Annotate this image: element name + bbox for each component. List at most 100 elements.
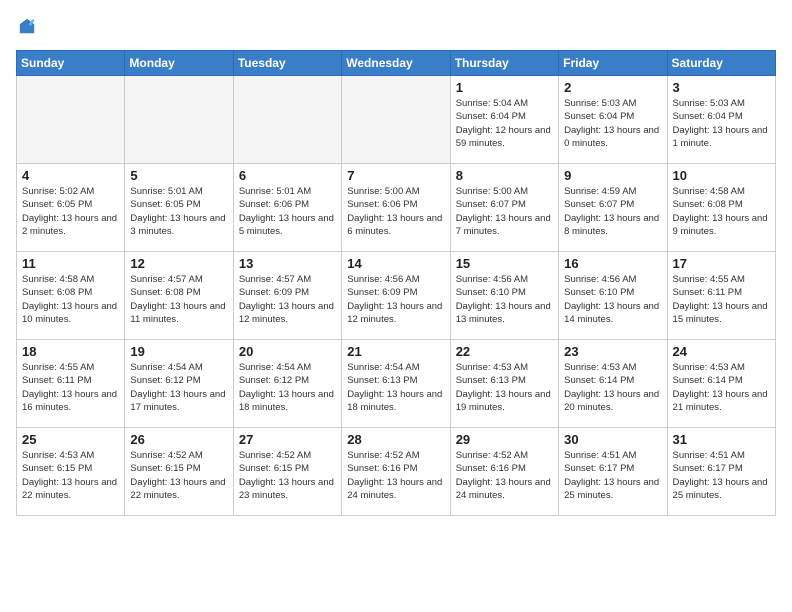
- day-number: 12: [130, 256, 227, 271]
- day-number: 29: [456, 432, 553, 447]
- day-info: Sunrise: 4:56 AMSunset: 6:09 PMDaylight:…: [347, 273, 444, 326]
- day-cell: 21 Sunrise: 4:54 AMSunset: 6:13 PMDayligh…: [342, 340, 450, 428]
- day-number: 23: [564, 344, 661, 359]
- day-number: 4: [22, 168, 119, 183]
- day-number: 5: [130, 168, 227, 183]
- day-info: Sunrise: 4:53 AMSunset: 6:14 PMDaylight:…: [564, 361, 661, 414]
- day-info: Sunrise: 4:57 AMSunset: 6:08 PMDaylight:…: [130, 273, 227, 326]
- weekday-header-thursday: Thursday: [450, 51, 558, 76]
- day-cell: 13Sunrise: 4:57 AMSunset: 6:09 PMDayligh…: [233, 252, 341, 340]
- day-number: 14: [347, 256, 444, 271]
- day-info: Sunrise: 5:01 AMSunset: 6:06 PMDaylight:…: [239, 185, 336, 238]
- day-info: Sunrise: 4:52 AMSunset: 6:15 PMDaylight:…: [239, 449, 336, 502]
- day-number: 11: [22, 256, 119, 271]
- day-number: 8: [456, 168, 553, 183]
- day-info: Sunrise: 5:04 AMSunset: 6:04 PMDaylight:…: [456, 97, 553, 150]
- day-info: Sunrise: 5:03 AMSunset: 6:04 PMDaylight:…: [673, 97, 770, 150]
- day-number: 7: [347, 168, 444, 183]
- day-number: 9: [564, 168, 661, 183]
- day-info: Sunrise: 4:54 AMSunset: 6:12 PMDaylight:…: [130, 361, 227, 414]
- day-cell: [233, 76, 341, 164]
- day-info: Sunrise: 4:51 AMSunset: 6:17 PMDaylight:…: [564, 449, 661, 502]
- day-cell: [125, 76, 233, 164]
- day-cell: 22 Sunrise: 4:53 AMSunset: 6:13 PMDayligh…: [450, 340, 558, 428]
- day-info: Sunrise: 4:55 AMSunset: 6:11 PMDaylight:…: [22, 361, 119, 414]
- day-cell: 9 Sunrise: 4:59 AMSunset: 6:07 PMDaylight…: [559, 164, 667, 252]
- day-cell: 17 Sunrise: 4:55 AMSunset: 6:11 PMDayligh…: [667, 252, 775, 340]
- weekday-header-friday: Friday: [559, 51, 667, 76]
- day-info: Sunrise: 4:52 AMSunset: 6:15 PMDaylight:…: [130, 449, 227, 502]
- day-info: Sunrise: 4:53 AMSunset: 6:13 PMDaylight:…: [456, 361, 553, 414]
- day-number: 30: [564, 432, 661, 447]
- day-number: 13: [239, 256, 336, 271]
- day-number: 22: [456, 344, 553, 359]
- day-info: Sunrise: 4:56 AMSunset: 6:10 PMDaylight:…: [564, 273, 661, 326]
- week-row-3: 11 Sunrise: 4:58 AMSunset: 6:08 PMDayligh…: [17, 252, 776, 340]
- day-info: Sunrise: 4:52 AMSunset: 6:16 PMDaylight:…: [347, 449, 444, 502]
- day-cell: 4 Sunrise: 5:02 AMSunset: 6:05 PMDaylight…: [17, 164, 125, 252]
- day-number: 6: [239, 168, 336, 183]
- day-number: 16: [564, 256, 661, 271]
- logo-text: [16, 16, 36, 40]
- day-cell: 28 Sunrise: 4:52 AMSunset: 6:16 PMDayligh…: [342, 428, 450, 516]
- day-cell: 12 Sunrise: 4:57 AMSunset: 6:08 PMDayligh…: [125, 252, 233, 340]
- day-cell: 27 Sunrise: 4:52 AMSunset: 6:15 PMDayligh…: [233, 428, 341, 516]
- day-info: Sunrise: 5:01 AMSunset: 6:05 PMDaylight:…: [130, 185, 227, 238]
- day-info: Sunrise: 4:59 AMSunset: 6:07 PMDaylight:…: [564, 185, 661, 238]
- page-header: [16, 16, 776, 40]
- day-info: Sunrise: 5:02 AMSunset: 6:05 PMDaylight:…: [22, 185, 119, 238]
- day-number: 24: [673, 344, 770, 359]
- day-cell: 20 Sunrise: 4:54 AMSunset: 6:12 PMDayligh…: [233, 340, 341, 428]
- day-cell: 31 Sunrise: 4:51 AMSunset: 6:17 PMDayligh…: [667, 428, 775, 516]
- day-number: 17: [673, 256, 770, 271]
- week-row-2: 4 Sunrise: 5:02 AMSunset: 6:05 PMDaylight…: [17, 164, 776, 252]
- day-cell: [342, 76, 450, 164]
- week-row-1: 1Sunrise: 5:04 AMSunset: 6:04 PMDaylight…: [17, 76, 776, 164]
- day-number: 3: [673, 80, 770, 95]
- day-info: Sunrise: 4:58 AMSunset: 6:08 PMDaylight:…: [22, 273, 119, 326]
- day-number: 21: [347, 344, 444, 359]
- logo: [16, 16, 36, 40]
- day-number: 31: [673, 432, 770, 447]
- day-info: Sunrise: 5:03 AMSunset: 6:04 PMDaylight:…: [564, 97, 661, 150]
- day-cell: 18 Sunrise: 4:55 AMSunset: 6:11 PMDayligh…: [17, 340, 125, 428]
- day-info: Sunrise: 4:56 AMSunset: 6:10 PMDaylight:…: [456, 273, 553, 326]
- day-cell: 15 Sunrise: 4:56 AMSunset: 6:10 PMDayligh…: [450, 252, 558, 340]
- day-cell: 30 Sunrise: 4:51 AMSunset: 6:17 PMDayligh…: [559, 428, 667, 516]
- day-cell: 3 Sunrise: 5:03 AMSunset: 6:04 PMDaylight…: [667, 76, 775, 164]
- day-cell: 25Sunrise: 4:53 AMSunset: 6:15 PMDayligh…: [17, 428, 125, 516]
- day-cell: 14 Sunrise: 4:56 AMSunset: 6:09 PMDayligh…: [342, 252, 450, 340]
- calendar-table: SundayMondayTuesdayWednesdayThursdayFrid…: [16, 50, 776, 516]
- day-cell: 19Sunrise: 4:54 AMSunset: 6:12 PMDayligh…: [125, 340, 233, 428]
- day-cell: 7 Sunrise: 5:00 AMSunset: 6:06 PMDaylight…: [342, 164, 450, 252]
- day-number: 26: [130, 432, 227, 447]
- day-cell: 10Sunrise: 4:58 AMSunset: 6:08 PMDayligh…: [667, 164, 775, 252]
- day-number: 18: [22, 344, 119, 359]
- day-cell: 6 Sunrise: 5:01 AMSunset: 6:06 PMDaylight…: [233, 164, 341, 252]
- day-number: 27: [239, 432, 336, 447]
- day-cell: 5 Sunrise: 5:01 AMSunset: 6:05 PMDaylight…: [125, 164, 233, 252]
- day-info: Sunrise: 5:00 AMSunset: 6:07 PMDaylight:…: [456, 185, 553, 238]
- day-info: Sunrise: 4:53 AMSunset: 6:15 PMDaylight:…: [22, 449, 119, 502]
- day-number: 20: [239, 344, 336, 359]
- week-row-4: 18 Sunrise: 4:55 AMSunset: 6:11 PMDayligh…: [17, 340, 776, 428]
- weekday-header-monday: Monday: [125, 51, 233, 76]
- day-info: Sunrise: 5:00 AMSunset: 6:06 PMDaylight:…: [347, 185, 444, 238]
- day-cell: 8 Sunrise: 5:00 AMSunset: 6:07 PMDaylight…: [450, 164, 558, 252]
- week-row-5: 25Sunrise: 4:53 AMSunset: 6:15 PMDayligh…: [17, 428, 776, 516]
- day-number: 10: [673, 168, 770, 183]
- day-info: Sunrise: 4:55 AMSunset: 6:11 PMDaylight:…: [673, 273, 770, 326]
- day-info: Sunrise: 4:52 AMSunset: 6:16 PMDaylight:…: [456, 449, 553, 502]
- day-number: 15: [456, 256, 553, 271]
- day-cell: 2 Sunrise: 5:03 AMSunset: 6:04 PMDaylight…: [559, 76, 667, 164]
- day-number: 2: [564, 80, 661, 95]
- day-cell: 24Sunrise: 4:53 AMSunset: 6:14 PMDayligh…: [667, 340, 775, 428]
- day-cell: 16 Sunrise: 4:56 AMSunset: 6:10 PMDayligh…: [559, 252, 667, 340]
- day-cell: [17, 76, 125, 164]
- day-cell: 23 Sunrise: 4:53 AMSunset: 6:14 PMDayligh…: [559, 340, 667, 428]
- day-cell: 11 Sunrise: 4:58 AMSunset: 6:08 PMDayligh…: [17, 252, 125, 340]
- day-number: 28: [347, 432, 444, 447]
- day-info: Sunrise: 4:54 AMSunset: 6:12 PMDaylight:…: [239, 361, 336, 414]
- day-info: Sunrise: 4:51 AMSunset: 6:17 PMDaylight:…: [673, 449, 770, 502]
- day-info: Sunrise: 4:54 AMSunset: 6:13 PMDaylight:…: [347, 361, 444, 414]
